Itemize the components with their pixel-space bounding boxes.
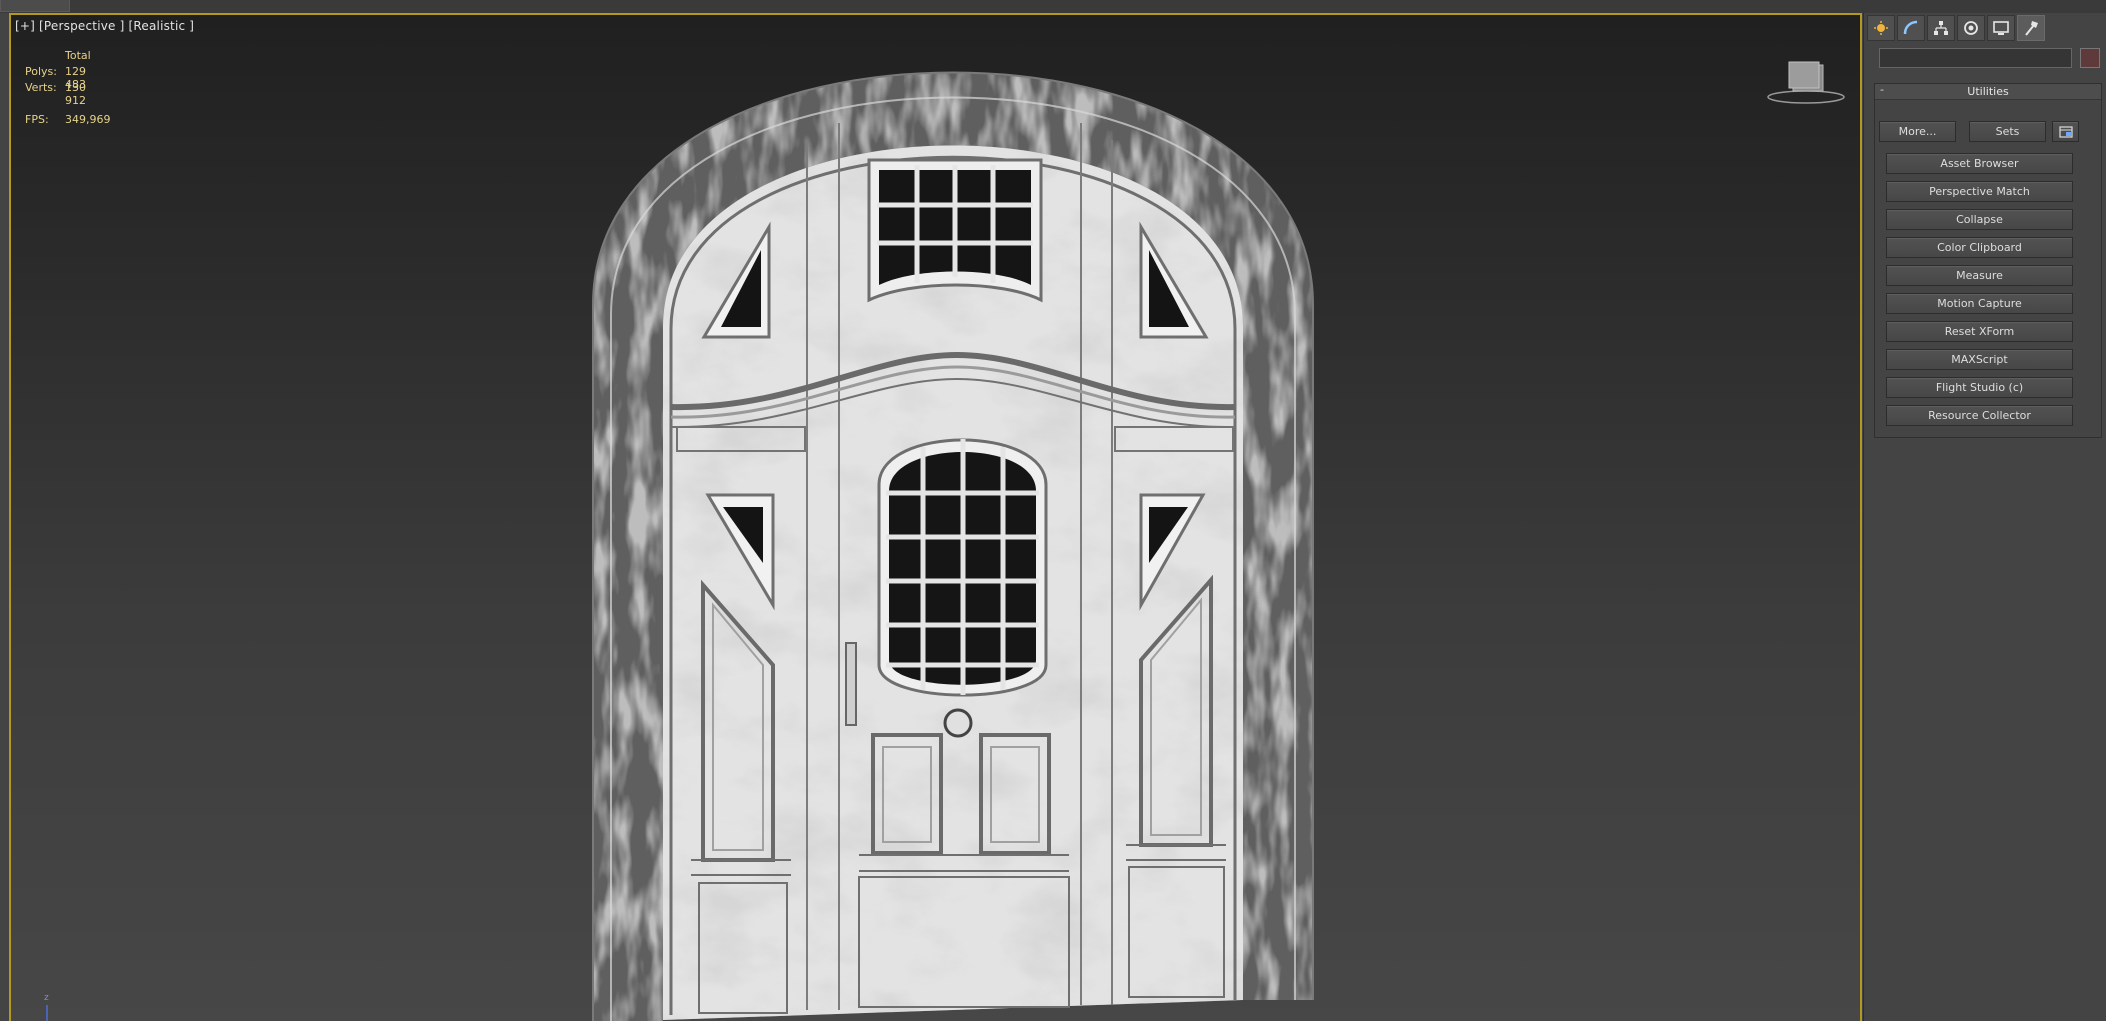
fps-label: FPS:: [25, 113, 49, 126]
object-color-swatch[interactable]: [2080, 48, 2100, 68]
utility-button[interactable]: MAXScript: [1886, 349, 2073, 370]
perspective-viewport[interactable]: [+] [Perspective ] [Realistic ] Total Po…: [9, 13, 1862, 1021]
utility-button[interactable]: Collapse: [1886, 209, 2073, 230]
tab-utilities[interactable]: [2017, 15, 2045, 41]
object-name-field[interactable]: [1879, 48, 2072, 68]
utility-button[interactable]: Asset Browser: [1886, 153, 2073, 174]
utility-button[interactable]: Perspective Match: [1886, 181, 2073, 202]
utility-button[interactable]: Motion Capture: [1886, 293, 2073, 314]
motion-icon: [1964, 21, 1978, 35]
utilities-icon: [2025, 21, 2038, 36]
rollout-header[interactable]: Utilities -: [1875, 83, 2101, 100]
command-panel: Utilities - More... Sets Asset Browser Pe…: [1863, 13, 2106, 1021]
verts-value: 130 912: [65, 81, 86, 107]
top-tab[interactable]: [0, 0, 70, 12]
stats-header: Total: [65, 49, 91, 62]
more-button[interactable]: More...: [1879, 121, 1956, 142]
rollout-collapse-toggle[interactable]: -: [1880, 83, 1884, 96]
utility-button[interactable]: Reset XForm: [1886, 321, 2073, 342]
verts-label: Verts:: [25, 81, 57, 94]
tab-create[interactable]: [1867, 15, 1895, 41]
hierarchy-icon: [1934, 21, 1948, 35]
tab-modify[interactable]: [1897, 15, 1925, 41]
sets-button[interactable]: Sets: [1969, 121, 2046, 142]
viewcube[interactable]: [1766, 53, 1846, 107]
modify-icon: [1903, 20, 1918, 35]
rollout-title: Utilities: [1967, 85, 2009, 98]
tab-motion[interactable]: [1957, 15, 1985, 41]
polys-label: Polys:: [25, 65, 57, 78]
door-model: [592, 71, 1314, 1021]
utility-button[interactable]: Flight Studio (c): [1886, 377, 2073, 398]
configure-button-sets-button[interactable]: [2052, 121, 2079, 142]
tab-display[interactable]: [1987, 15, 2015, 41]
display-icon: [1993, 21, 2009, 35]
utility-button[interactable]: Measure: [1886, 265, 2073, 286]
top-toolbar-strip: [0, 0, 2106, 13]
utility-button[interactable]: Color Clipboard: [1886, 237, 2073, 258]
command-panel-tabs: [1867, 15, 2047, 41]
tab-hierarchy[interactable]: [1927, 15, 1955, 41]
create-icon: [1874, 21, 1888, 35]
axis-tripod: z: [29, 993, 59, 1021]
utility-button[interactable]: Resource Collector: [1886, 405, 2073, 426]
viewport-label[interactable]: [+] [Perspective ] [Realistic ]: [15, 19, 194, 33]
axis-z-label: z: [44, 993, 49, 1003]
configure-sets-icon: [2058, 125, 2073, 138]
fps-value: 349,969: [65, 113, 111, 126]
